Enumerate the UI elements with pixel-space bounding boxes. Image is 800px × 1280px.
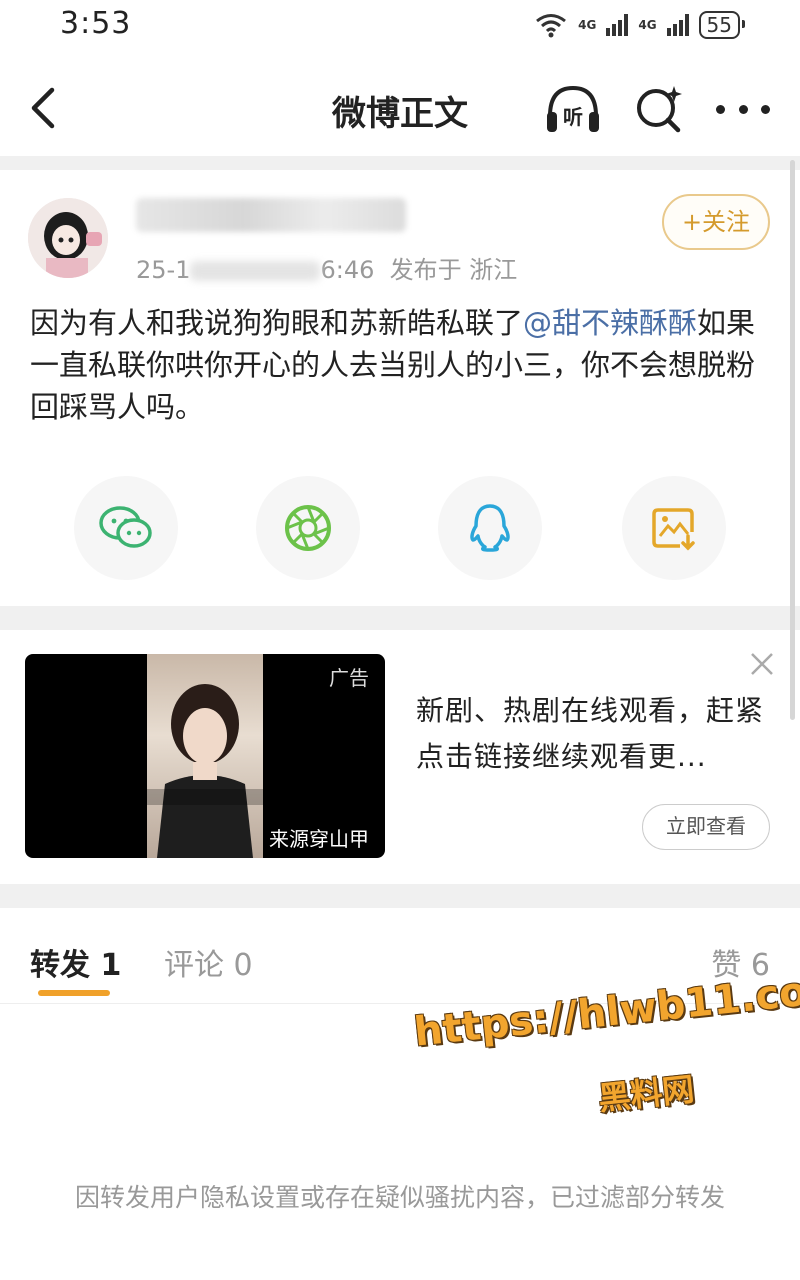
scrollbar[interactable] xyxy=(790,160,795,720)
tab-comment[interactable]: 评论 0 xyxy=(164,940,253,984)
share-wechat-button[interactable] xyxy=(74,476,178,580)
post-meta: 25-1 6:46 发布于 浙江 xyxy=(136,250,517,285)
post-text-part1: 因为有人和我说狗狗眼和苏新皓私联了 xyxy=(30,306,524,340)
section-divider xyxy=(0,884,800,908)
ad-thumbnail[interactable]: 广告 来源穿山甲 xyxy=(25,654,385,858)
tab-repost[interactable]: 转发 1 xyxy=(30,940,121,984)
signal-2-icon xyxy=(666,14,689,36)
nav-bar: 微博正文 听 xyxy=(0,60,800,156)
wifi-icon xyxy=(536,14,567,38)
watermark-url: https://hlwb11.com xyxy=(412,964,800,1056)
ad-photo-image xyxy=(147,684,263,858)
mention-link[interactable]: @甜不辣酥酥 xyxy=(523,306,697,340)
share-moments-button[interactable] xyxy=(256,476,360,580)
avatar[interactable] xyxy=(28,198,108,278)
headphones-icon: 听 xyxy=(547,85,599,132)
save-image-icon xyxy=(652,508,695,551)
network-2-label: 4G xyxy=(638,18,657,32)
ad-cta-button[interactable]: 立即查看 xyxy=(642,804,770,850)
filter-notice: 因转发用户隐私设置或存在疑似骚扰内容，已过滤部分转发 xyxy=(74,1183,725,1212)
dot-icon xyxy=(716,104,725,114)
network-1-label: 4G xyxy=(578,18,597,32)
close-icon xyxy=(751,653,773,675)
ad-text[interactable]: 新剧、热剧在线观看，赶紧点击链接继续观看更... xyxy=(416,688,776,780)
post-location: 发布于 浙江 xyxy=(389,256,518,284)
post-time-prefix: 25-1 xyxy=(136,256,191,284)
moments-icon xyxy=(285,505,331,551)
dot-icon xyxy=(761,104,770,114)
dot-icon xyxy=(738,104,748,114)
wechat-icon xyxy=(99,506,152,548)
active-tab-indicator xyxy=(38,990,110,996)
battery-indicator: 55 xyxy=(698,11,746,39)
status-bar: 3:53 4G 4G 55 xyxy=(0,0,800,52)
share-row xyxy=(0,476,800,580)
signal-1-icon xyxy=(606,14,629,36)
search-icon xyxy=(637,86,682,133)
qq-icon xyxy=(470,504,510,552)
save-image-button[interactable] xyxy=(622,476,726,580)
ad-photo xyxy=(147,654,263,858)
status-icons: 4G 4G 55 xyxy=(534,10,746,40)
search-button[interactable] xyxy=(632,80,688,138)
share-qq-button[interactable] xyxy=(438,476,542,580)
post-time-suffix: 6:46 xyxy=(320,256,375,284)
section-divider xyxy=(0,606,800,630)
section-divider xyxy=(0,156,800,170)
more-options-button[interactable] xyxy=(716,80,770,138)
ad-label: 广告 xyxy=(329,666,369,690)
post-text: 因为有人和我说狗狗眼和苏新皓私联了@甜不辣酥酥如果一直私联你哄你开心的人去当别人… xyxy=(30,302,775,428)
clock: 3:53 xyxy=(60,6,132,41)
ad-close-button[interactable] xyxy=(748,650,776,678)
avatar-image xyxy=(28,198,108,278)
listen-button[interactable]: 听 xyxy=(544,80,602,138)
svg-text:听: 听 xyxy=(563,105,583,129)
username-blurred[interactable] xyxy=(136,198,406,232)
watermark-site: 黑料网 xyxy=(596,1069,697,1118)
ad-source: 来源穿山甲 xyxy=(269,827,369,851)
post-time-blurred xyxy=(190,261,321,281)
follow-button[interactable]: +关注 xyxy=(662,194,770,250)
